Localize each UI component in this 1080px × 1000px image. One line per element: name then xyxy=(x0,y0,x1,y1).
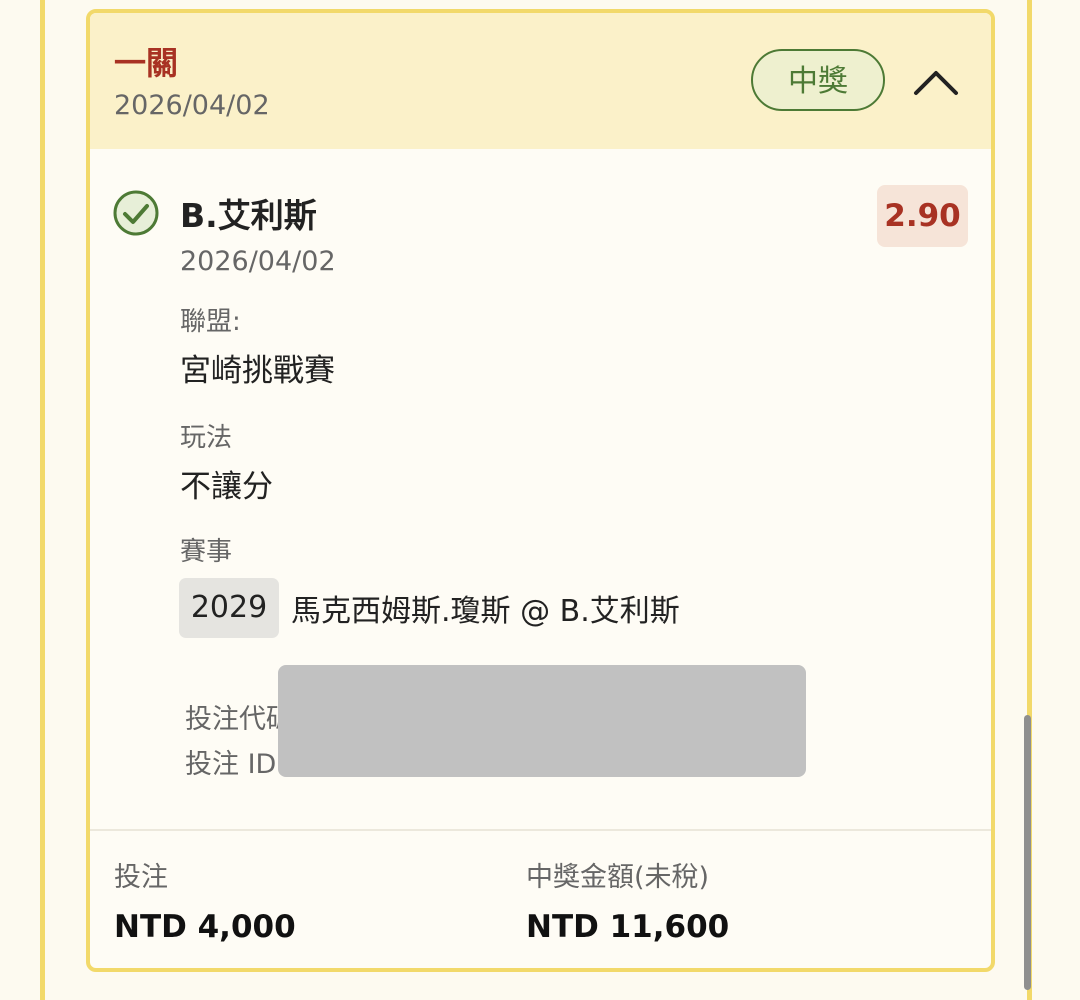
bet-id-label: 投注 ID xyxy=(185,749,277,780)
chevron-up-icon[interactable] xyxy=(910,63,962,99)
play-value: 不讓分 xyxy=(180,469,273,505)
play-label: 玩法 xyxy=(180,423,233,453)
event-code: 2029 xyxy=(179,578,279,638)
stake-label: 投注 xyxy=(114,862,168,893)
redacted-block xyxy=(278,665,806,777)
stake-value: NTD 4,000 xyxy=(114,909,296,945)
payout-label: 中獎金額(未稅) xyxy=(526,862,710,893)
event-name: 馬克西姆斯.瓊斯 @ B.艾利斯 xyxy=(291,594,680,629)
status-badge: 中獎 xyxy=(751,49,885,111)
bet-card-header[interactable]: 一關 2026/04/02 中獎 xyxy=(90,13,991,149)
check-circle-icon xyxy=(113,190,159,236)
payout-value: NTD 11,600 xyxy=(526,909,730,945)
selection-date: 2026/04/02 xyxy=(180,246,336,277)
scrollbar[interactable] xyxy=(1024,715,1031,990)
league-label: 聯盟: xyxy=(180,307,241,337)
bet-date: 2026/04/02 xyxy=(114,90,270,121)
bet-code-label: 投注代碼 xyxy=(185,704,293,735)
divider xyxy=(90,829,991,831)
event-row: 2029 馬克西姆斯.瓊斯 @ B.艾利斯 xyxy=(179,578,680,638)
league-value: 宮崎挑戰賽 xyxy=(180,353,335,389)
odds-badge: 2.90 xyxy=(877,185,968,247)
selection-name: B.艾利斯 xyxy=(180,196,317,235)
event-label: 賽事 xyxy=(180,537,233,567)
bet-type: 一關 xyxy=(114,44,179,82)
bet-card: 一關 2026/04/02 中獎 B.艾利斯 2026/04/02 2.90 聯… xyxy=(86,9,995,972)
